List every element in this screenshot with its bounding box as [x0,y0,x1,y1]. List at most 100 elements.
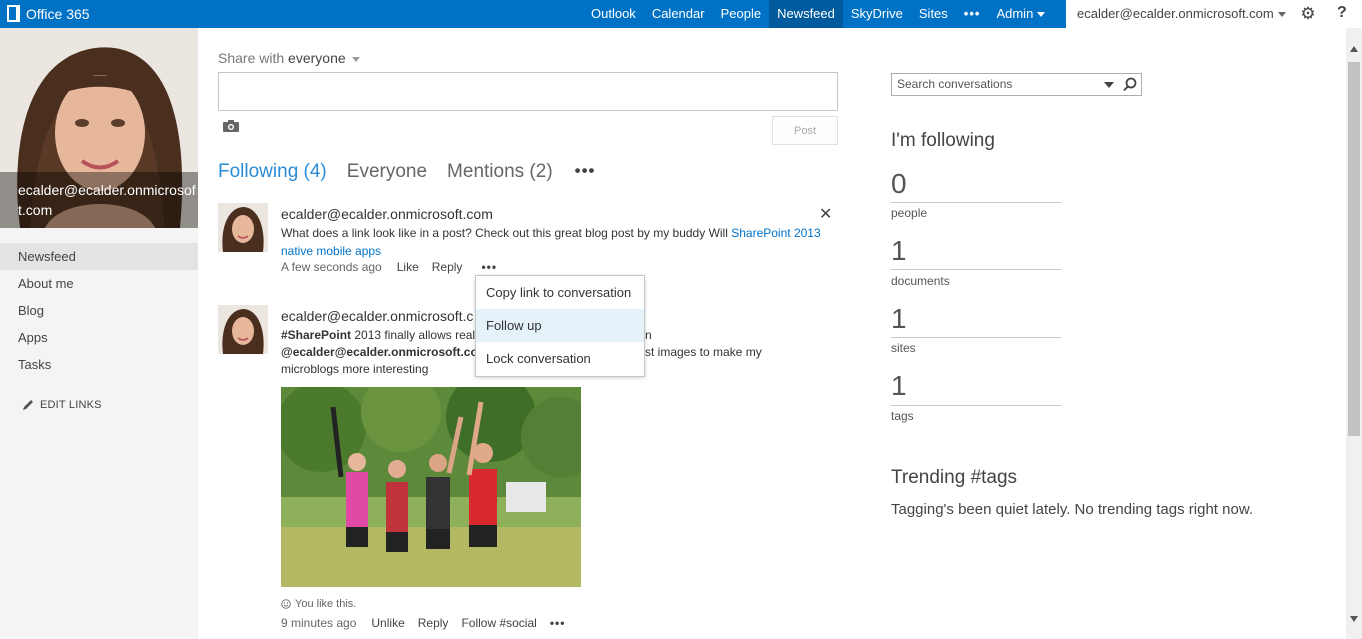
scrollbar-thumb[interactable] [1348,62,1360,436]
stat-value: 1 [891,235,907,266]
tab-everyone[interactable]: Everyone [347,161,427,183]
trending-empty-text: Tagging's been quiet lately. No trending… [891,501,1253,518]
stat-value: 1 [891,370,907,401]
edit-links-label: EDIT LINKS [40,399,102,411]
avatar-image [218,203,268,252]
post-text: What does a link look like in a post? Ch… [281,226,732,240]
reply-button[interactable]: Reply [418,616,449,630]
post-context-menu: Copy link to conversation Follow up Lock… [475,275,645,377]
stat-documents[interactable]: 1 [891,236,1061,270]
feed-tabs: Following (4) Everyone Mentions (2) ••• [218,161,596,183]
leftnav-newsfeed[interactable]: Newsfeed [0,243,198,270]
tabs-more-button[interactable]: ••• [575,161,596,183]
hashtag-link[interactable]: #SharePoint [281,328,351,342]
post-text-fragment: n [645,328,652,342]
page-scrollbar[interactable] [1346,28,1362,639]
menu-copy-link[interactable]: Copy link to conversation [476,276,644,309]
like-button[interactable]: Like [397,260,419,274]
like-status-text: You like this. [295,598,357,610]
stat-value: 1 [891,303,907,334]
like-status: You like this. [281,598,356,610]
post-image-content [281,387,581,587]
share-audience-selector[interactable]: Share with everyone [218,50,360,66]
search-input[interactable] [897,77,1097,91]
left-panel: ecalder@ecalder.onmicrosoft.com Newsfeed… [0,28,198,639]
nav-newsfeed[interactable]: Newsfeed [769,0,843,28]
share-input[interactable] [218,72,838,111]
post-body: What does a link look like in a post? Ch… [281,224,821,260]
chevron-down-icon [351,56,360,62]
stat-tags[interactable]: 1 [891,371,1061,406]
suite-bar: Office 365 Outlook Calendar People Newsf… [0,0,1362,28]
chevron-down-icon [1277,12,1286,18]
app-name: Office 365 [26,5,90,22]
post-author[interactable]: ecalder@ecalder.onmicrosoft.com [281,206,493,222]
stat-sites[interactable]: 1 [891,304,1061,338]
search-conversations [891,73,1142,96]
post-actions: 9 minutes ago Unlike Reply Follow #socia… [281,616,565,630]
user-menu: ecalder@ecalder.onmicrosoft.com ⚙ ? [1066,0,1362,28]
tab-mentions[interactable]: Mentions (2) [447,161,553,183]
leftnav-about-me[interactable]: About me [0,270,198,297]
follow-tag-button[interactable]: Follow #social [461,616,536,630]
stat-label: tags [891,409,914,423]
stat-label: documents [891,274,950,288]
help-icon[interactable]: ? [1337,4,1347,22]
nav-calendar[interactable]: Calendar [644,0,713,28]
post-text: microblogs more interesting [281,362,429,376]
post-more-button[interactable]: ••• [550,616,566,630]
camera-icon[interactable] [223,120,239,132]
share-audience: everyone [288,50,346,66]
office-logo-icon [7,5,20,22]
post-image[interactable] [281,387,581,587]
post-text: 2013 finally allows real # [351,328,486,342]
following-heading: I'm following [891,130,995,151]
nav-sites[interactable]: Sites [911,0,956,28]
avatar[interactable] [218,203,268,252]
close-icon[interactable]: ✕ [819,207,832,223]
leftnav-tasks[interactable]: Tasks [0,351,198,378]
suite-nav: Outlook Calendar People Newsfeed SkyDriv… [583,0,1053,28]
edit-links-button[interactable]: EDIT LINKS [22,399,102,411]
post-more-button[interactable]: ••• [481,260,497,274]
user-menu-button[interactable]: ecalder@ecalder.onmicrosoft.com [1077,6,1286,21]
office-logo[interactable]: Office 365 [7,5,90,22]
post-button[interactable]: Post [772,116,838,145]
post-actions: A few seconds ago Like Reply ••• [281,260,497,274]
stat-value: 0 [891,168,907,199]
stat-people[interactable]: 0 [891,169,1061,203]
search-icon[interactable] [1123,77,1137,92]
menu-follow-up[interactable]: Follow up [476,309,644,342]
reply-button[interactable]: Reply [432,260,463,274]
nav-admin-label: Admin [996,6,1034,21]
mention-link[interactable]: @ecalder@ecalder.onmicrosoft.com [281,345,488,359]
nav-outlook[interactable]: Outlook [583,0,644,28]
post-timestamp[interactable]: A few seconds ago [281,260,382,274]
nav-more[interactable]: ••• [956,0,989,28]
chevron-down-icon[interactable] [1104,82,1114,88]
trending-heading: Trending #tags [891,467,1018,488]
user-name: ecalder@ecalder.onmicrosoft.com [1077,6,1274,21]
nav-people[interactable]: People [713,0,769,28]
post-body-line2: @ecalder@ecalder.onmicrosoft.com [281,343,488,361]
profile-photo[interactable]: ecalder@ecalder.onmicrosoft.com [0,28,198,228]
avatar-image [218,305,268,354]
menu-lock-conversation[interactable]: Lock conversation [476,342,644,375]
pencil-icon [23,400,33,410]
chevron-down-icon [1037,12,1046,18]
nav-admin[interactable]: Admin [988,0,1053,28]
leftnav-apps[interactable]: Apps [0,324,198,351]
unlike-button[interactable]: Unlike [371,616,404,630]
post-timestamp[interactable]: 9 minutes ago [281,616,356,630]
tab-following[interactable]: Following (4) [218,161,327,183]
scroll-down-icon[interactable] [1350,616,1358,622]
scroll-up-icon[interactable] [1350,46,1358,52]
avatar[interactable] [218,305,268,354]
leftnav-blog[interactable]: Blog [0,297,198,324]
gear-icon[interactable]: ⚙ [1299,5,1317,23]
post-body-line1: #SharePoint 2013 finally allows real # [281,326,485,344]
post-author[interactable]: ecalder@ecalder.onmicrosoft.c [281,308,473,324]
nav-skydrive[interactable]: SkyDrive [843,0,911,28]
profile-name[interactable]: ecalder@ecalder.onmicrosoft.com [0,172,198,228]
quick-launch: Newsfeed About me Blog Apps Tasks [0,243,198,378]
